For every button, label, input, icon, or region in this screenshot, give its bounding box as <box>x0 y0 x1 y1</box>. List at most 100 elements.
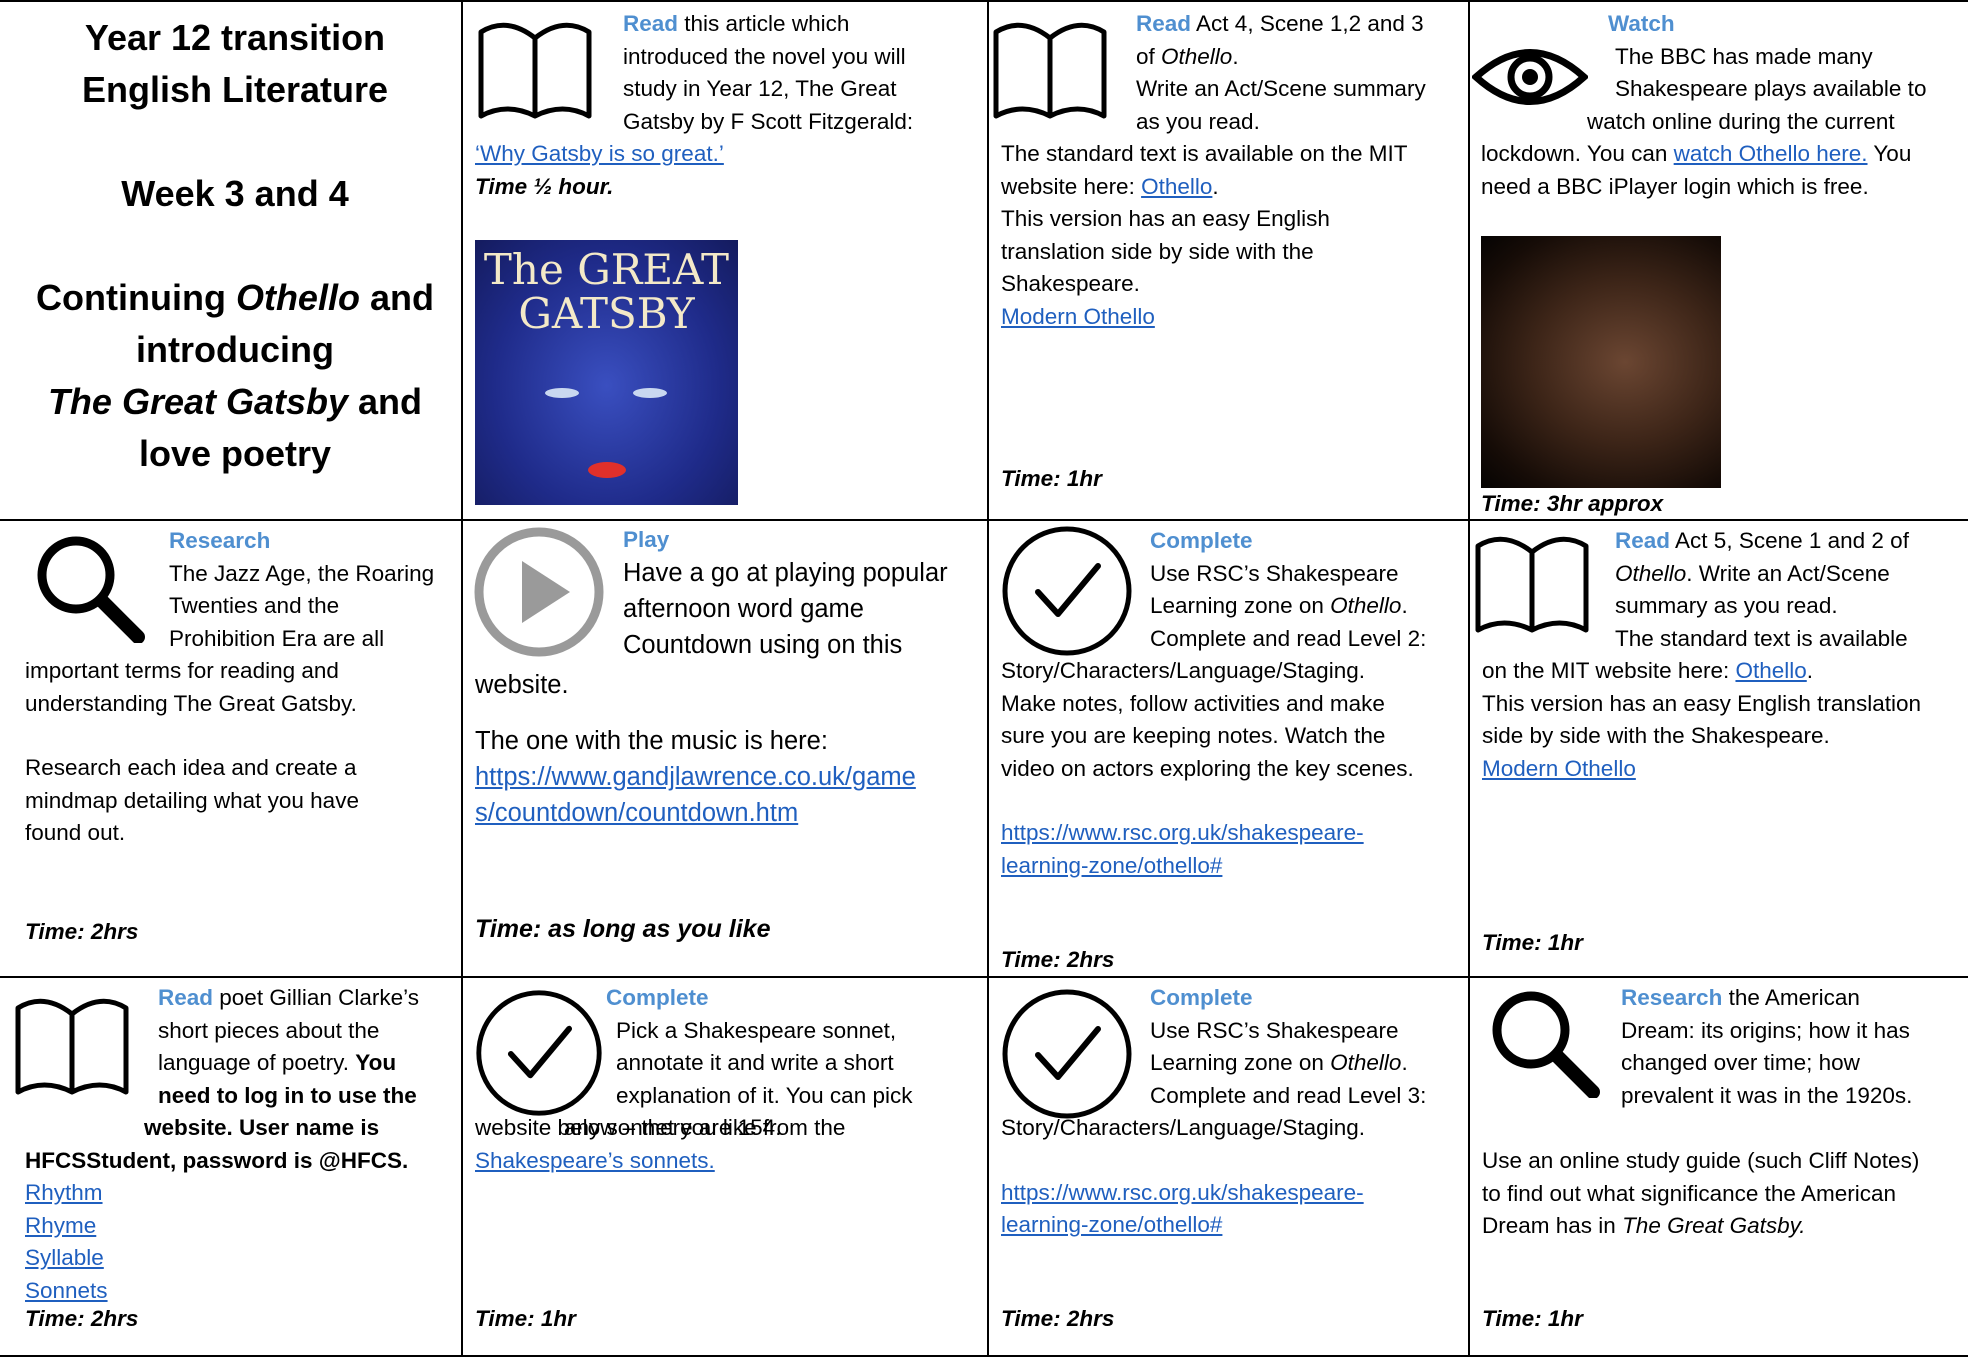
book-icon <box>15 998 129 1095</box>
modern-othello-link[interactable]: Modern Othello <box>1482 756 1636 781</box>
watch-othello-link[interactable]: watch Othello here. <box>1674 141 1868 166</box>
research-card: Research The Jazz Age, the Roaring Twent… <box>169 525 459 655</box>
card-text: Learning zone on <box>1150 593 1331 618</box>
subtitle-text: and <box>348 381 423 422</box>
card-text: Countdown using on this <box>623 631 903 659</box>
card-text: Research each idea and create a <box>25 755 357 780</box>
card-text: to find out what significance the Americ… <box>1482 1180 1896 1206</box>
modern-othello-link[interactable]: Modern Othello <box>1001 304 1155 329</box>
card-text: Use an online study guide (such Cliff No… <box>1482 1148 1920 1173</box>
card-text: Story/Characters/Language/Staging. <box>1001 658 1365 683</box>
book-icon <box>993 22 1107 119</box>
gatsby-cover-image: The GREAT GATSBY <box>475 240 738 505</box>
gatsby-article-link[interactable]: ‘Why Gatsby is so great.’ <box>475 141 724 166</box>
card-text: short pieces about the <box>158 1017 380 1043</box>
card-text: summary as you read. <box>1615 593 1838 618</box>
read-article-card: Read this article which introduced the n… <box>623 8 983 138</box>
card-text: annotate it and write a short <box>616 1050 894 1075</box>
rsc-level2-link[interactable]: https://www.rsc.org.uk/shakespeare- <box>1001 820 1364 845</box>
card-text: website. <box>475 671 569 699</box>
time-label: Time: 2hrs <box>25 1306 139 1331</box>
card-heading: Research <box>169 528 271 553</box>
othello-mit-link[interactable]: Othello <box>1735 658 1806 683</box>
card-text: of <box>1136 43 1162 69</box>
rsc-level3-link[interactable]: https://www.rsc.org.uk/shakespeare- <box>1001 1180 1364 1205</box>
sonnets-link[interactable]: Sonnets <box>25 1278 108 1303</box>
card-text: study in Year 12, The Great <box>623 76 897 101</box>
card-text: explanation of it. You can pick <box>616 1082 913 1108</box>
login-credentials: HFCSStudent, password is @HFCS. <box>25 1147 409 1173</box>
card-text: afternoon word game <box>623 595 864 623</box>
card-text: Gatsby by F Scott Fitzgerald: <box>623 108 914 134</box>
card-text: . <box>1806 658 1814 683</box>
card-text: You <box>1867 141 1912 166</box>
read-act4-card: Read Act 4, Scene 1,2 and 3 of Othello. … <box>1136 8 1466 138</box>
poetry-card: Read poet Gillian Clarke’s short pieces … <box>158 982 458 1112</box>
time-label: Time: 1hr <box>475 1306 576 1331</box>
time-label: Time: 3hr approx <box>1481 491 1664 516</box>
card-text: Othello <box>1330 1050 1402 1075</box>
watch-card: Watch The BBC has made many Shakespeare … <box>1480 8 1964 203</box>
card-text: Have a go at playing popular <box>623 559 948 587</box>
card-heading: Read <box>1615 528 1671 553</box>
card-text: Othello <box>1615 560 1687 586</box>
sonnets-site-link[interactable]: Shakespeare’s sonnets. <box>475 1148 715 1173</box>
cover-title: GATSBY <box>518 289 695 338</box>
time-label: Time: 2hrs <box>25 919 139 944</box>
card-text: The standard text is available on the MI… <box>1001 141 1408 166</box>
card-text: as you read. <box>1136 108 1260 134</box>
card-text: sure you are keeping notes. Watch the <box>1001 723 1386 748</box>
time-label: Time: 1hr <box>1482 930 1583 955</box>
card-text: Use RSC’s Shakespeare <box>1150 1017 1399 1043</box>
cover-title: The GREAT <box>483 245 730 294</box>
othello-actor-photo <box>1481 236 1721 488</box>
week-label: Week 3 and 4 <box>121 173 349 214</box>
card-text: this article which <box>678 11 850 36</box>
grid-line <box>1468 0 1470 1357</box>
time-label: Time: 1hr <box>1001 466 1102 491</box>
card-text: . <box>1401 593 1408 618</box>
card-text: Dream: its origins; how it has <box>1621 1017 1910 1043</box>
title-line: Year 12 transition <box>84 17 386 58</box>
checkmark-icon <box>1002 526 1132 656</box>
book-icon <box>1475 536 1589 633</box>
book-icon <box>478 22 592 119</box>
american-dream-card: Research the American Dream: its origins… <box>1621 982 1966 1112</box>
card-text: Use RSC’s Shakespeare <box>1150 560 1399 586</box>
time-label: Time: 1hr <box>1482 1306 1583 1331</box>
card-text: lockdown. You can <box>1481 141 1674 166</box>
card-text: Learning zone on <box>1150 1050 1331 1075</box>
complete-level2-card: Complete Use RSC’s Shakespeare Learning … <box>1150 525 1466 655</box>
card-text: Write an Act/Scene summary <box>1136 76 1426 101</box>
othello-mit-link[interactable]: Othello <box>1141 174 1212 199</box>
login-note: need to log in to use the <box>158 1082 417 1108</box>
countdown-link[interactable]: s/countdown/countdown.htm <box>475 799 798 827</box>
rhyme-link[interactable]: Rhyme <box>25 1213 96 1238</box>
card-heading: Complete <box>606 985 709 1010</box>
card-text: Twenties and the <box>169 593 340 618</box>
card-text: Make notes, follow activities and make <box>1001 690 1385 716</box>
card-text: Othello <box>1161 43 1233 69</box>
grid-line <box>0 0 1968 2</box>
card-text: Shakespeare. <box>1001 271 1140 296</box>
rsc-level2-link[interactable]: learning-zone/othello# <box>1001 853 1222 878</box>
card-text: introduced the novel you will <box>623 43 906 69</box>
card-heading: Read <box>158 985 214 1010</box>
read-act5-card: Read Act 5, Scene 1 and 2 of Othello. Wr… <box>1615 525 1965 655</box>
card-heading: Watch <box>1608 11 1675 36</box>
rhythm-link[interactable]: Rhythm <box>25 1180 103 1205</box>
subtitle-text: The Great Gatsby <box>47 381 349 422</box>
card-text: The one with the music is here: <box>475 727 828 755</box>
card-text: found out. <box>25 820 126 845</box>
syllable-link[interactable]: Syllable <box>25 1245 104 1270</box>
card-text: Act 5, Scene 1 and 2 of <box>1670 528 1909 553</box>
card-text: The BBC has made many <box>1615 43 1873 69</box>
grid-line <box>0 976 1968 978</box>
card-text: Act 4, Scene 1,2 and 3 <box>1191 11 1424 36</box>
checkmark-icon <box>476 990 602 1116</box>
rsc-level3-link[interactable]: learning-zone/othello# <box>1001 1212 1222 1237</box>
grid-line <box>0 519 1968 521</box>
countdown-link[interactable]: https://www.gandjlawrence.co.uk/game <box>475 763 916 791</box>
magnifier-icon <box>37 536 145 643</box>
card-text: watch online during the current <box>1587 108 1895 134</box>
